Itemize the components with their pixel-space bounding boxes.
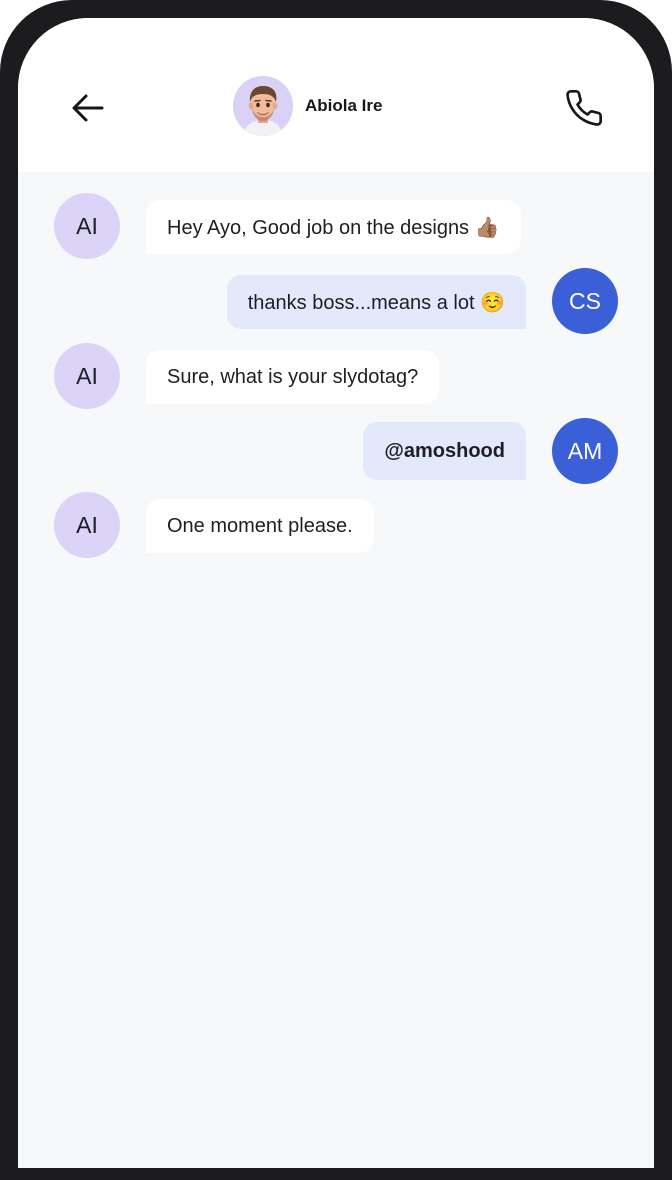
message-bubble-incoming: Sure, what is your slydotag? bbox=[146, 350, 440, 404]
message-row: AI Sure, what is your slydotag? bbox=[18, 343, 654, 411]
message-bubble-incoming: Hey Ayo, Good job on the designs 👍🏽 bbox=[146, 200, 521, 254]
sender-avatar: AM bbox=[552, 418, 618, 484]
message-bubble-outgoing: thanks boss...means a lot ☺️ bbox=[226, 275, 526, 329]
back-button[interactable] bbox=[66, 86, 110, 130]
sender-avatar: CS bbox=[552, 268, 618, 334]
phone-frame: Abiola Ire AI Hey Ayo, Good job on the d… bbox=[0, 0, 672, 1180]
chat-header: Abiola Ire bbox=[18, 18, 654, 172]
sender-avatar: AI bbox=[54, 193, 120, 259]
memoji-avatar-icon bbox=[233, 76, 293, 136]
message-row: AM @amoshood bbox=[18, 418, 654, 486]
message-row: AI Hey Ayo, Good job on the designs 👍🏽 bbox=[18, 193, 654, 261]
phone-icon bbox=[566, 90, 603, 126]
chat-screen: Abiola Ire AI Hey Ayo, Good job on the d… bbox=[18, 18, 654, 1168]
contact-name: Abiola Ire bbox=[305, 96, 383, 115]
message-row: AI One moment please. bbox=[18, 492, 654, 560]
message-bubble-outgoing: @amoshood bbox=[363, 422, 526, 480]
sender-avatar: AI bbox=[54, 492, 120, 558]
contact-info[interactable]: Abiola Ire bbox=[233, 76, 382, 136]
message-row: CS thanks boss...means a lot ☺️ bbox=[18, 268, 654, 336]
sender-avatar: AI bbox=[54, 343, 120, 409]
message-bubble-incoming: One moment please. bbox=[146, 499, 374, 553]
contact-avatar bbox=[233, 76, 293, 136]
arrow-left-icon bbox=[72, 94, 104, 122]
call-button[interactable] bbox=[560, 84, 608, 132]
